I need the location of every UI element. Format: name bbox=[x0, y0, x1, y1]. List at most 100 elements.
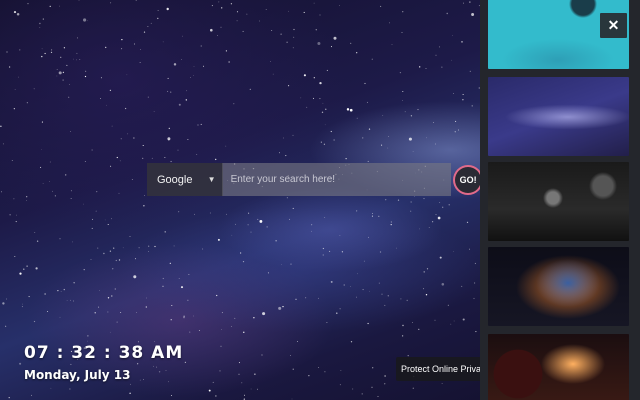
star bbox=[280, 33, 282, 35]
star bbox=[356, 52, 358, 54]
star bbox=[95, 210, 97, 212]
star bbox=[68, 83, 70, 85]
star bbox=[118, 259, 121, 261]
privacy-toast[interactable]: Protect Online Privacy, U bbox=[396, 357, 488, 381]
star bbox=[193, 66, 195, 67]
star bbox=[293, 28, 295, 31]
star bbox=[292, 207, 294, 209]
star bbox=[345, 158, 347, 160]
star bbox=[34, 232, 36, 234]
star bbox=[170, 319, 172, 321]
star bbox=[114, 288, 116, 290]
star bbox=[138, 247, 140, 249]
star bbox=[402, 324, 404, 327]
go-button[interactable]: GO! bbox=[453, 164, 483, 195]
wallpaper-thumbnail-2[interactable] bbox=[488, 77, 629, 156]
search-engine-select[interactable]: Google ▼ bbox=[147, 163, 223, 196]
wallpaper-thumbnail-3[interactable] bbox=[488, 162, 629, 241]
star bbox=[320, 141, 322, 143]
star bbox=[257, 388, 258, 390]
star bbox=[426, 137, 427, 139]
star bbox=[42, 183, 44, 185]
star bbox=[349, 108, 353, 112]
star bbox=[193, 315, 194, 317]
star bbox=[39, 22, 41, 25]
star bbox=[40, 166, 42, 168]
star bbox=[242, 261, 245, 263]
star bbox=[120, 311, 122, 314]
star bbox=[70, 131, 72, 133]
star bbox=[364, 82, 366, 85]
star bbox=[220, 26, 222, 28]
star bbox=[243, 331, 245, 333]
star bbox=[142, 144, 144, 147]
star bbox=[291, 398, 293, 400]
star bbox=[356, 296, 357, 298]
star bbox=[439, 202, 441, 203]
star bbox=[167, 137, 171, 141]
star bbox=[221, 7, 223, 9]
star bbox=[63, 288, 65, 291]
star bbox=[319, 81, 322, 85]
star bbox=[266, 226, 268, 228]
star bbox=[446, 12, 448, 15]
star bbox=[143, 379, 144, 380]
star bbox=[259, 219, 263, 223]
star bbox=[270, 61, 271, 63]
star bbox=[83, 268, 85, 271]
star bbox=[471, 105, 473, 107]
star bbox=[110, 2, 112, 4]
star bbox=[6, 51, 8, 53]
star bbox=[384, 383, 386, 385]
star bbox=[203, 65, 204, 67]
star bbox=[59, 238, 61, 240]
star bbox=[142, 157, 144, 160]
star bbox=[454, 131, 456, 133]
star bbox=[33, 88, 35, 90]
star bbox=[341, 251, 344, 253]
star bbox=[433, 122, 434, 123]
star bbox=[49, 181, 50, 182]
star bbox=[186, 90, 188, 92]
star bbox=[220, 345, 222, 347]
star bbox=[275, 240, 277, 242]
search-input[interactable] bbox=[222, 163, 452, 196]
star bbox=[253, 317, 255, 319]
star bbox=[0, 125, 2, 127]
star bbox=[292, 134, 294, 136]
star bbox=[265, 9, 267, 11]
star bbox=[236, 20, 238, 22]
star bbox=[151, 157, 153, 159]
star bbox=[189, 331, 191, 333]
star bbox=[371, 58, 373, 60]
star bbox=[59, 5, 61, 7]
star bbox=[56, 69, 58, 70]
star bbox=[130, 383, 131, 385]
star bbox=[385, 199, 387, 201]
star bbox=[288, 10, 289, 12]
star bbox=[111, 125, 113, 127]
star bbox=[469, 70, 471, 72]
star bbox=[118, 192, 120, 194]
wallpaper-thumbnail-4[interactable] bbox=[488, 247, 629, 326]
star bbox=[116, 156, 118, 159]
star bbox=[182, 35, 183, 37]
star bbox=[343, 284, 345, 286]
star bbox=[431, 221, 434, 223]
star bbox=[73, 282, 75, 284]
star bbox=[87, 340, 89, 342]
star bbox=[111, 218, 112, 220]
star bbox=[165, 370, 167, 372]
star bbox=[418, 328, 420, 331]
star bbox=[23, 268, 25, 270]
star bbox=[242, 30, 244, 32]
star bbox=[162, 41, 164, 43]
star bbox=[73, 300, 74, 302]
star bbox=[319, 14, 321, 16]
star bbox=[41, 121, 43, 123]
wallpaper-thumbnail-5[interactable] bbox=[488, 334, 629, 400]
star bbox=[137, 363, 139, 365]
star bbox=[377, 396, 379, 397]
star bbox=[62, 79, 64, 81]
close-panel-button[interactable]: ✕ bbox=[600, 13, 627, 38]
